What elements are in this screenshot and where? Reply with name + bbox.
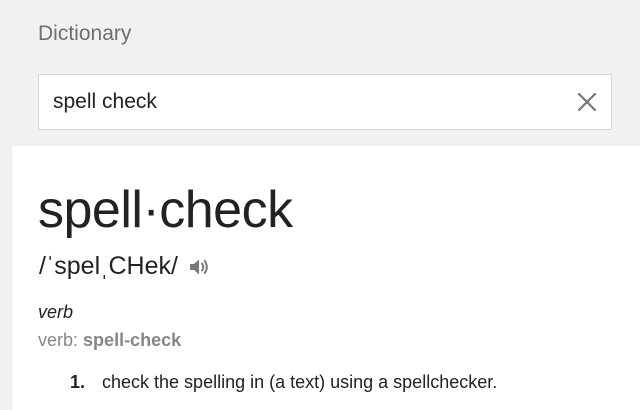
pronunciation-row: /ˈspelˌCHek/ xyxy=(39,252,210,281)
search-box[interactable] xyxy=(38,74,612,130)
clear-search-button[interactable] xyxy=(575,90,599,114)
sense-number: 1. xyxy=(70,372,86,392)
word-forms-label: verb: xyxy=(38,330,79,350)
word-forms: verb: spell-check xyxy=(38,330,181,351)
audio-pronunciation-button[interactable] xyxy=(188,256,210,278)
word-forms-value: spell-check xyxy=(83,330,182,350)
widget-title: Dictionary xyxy=(38,22,132,45)
headword: spell·check xyxy=(38,181,293,239)
part-of-speech: verb xyxy=(38,302,74,322)
sense-item: 1. check the spelling in (a text) using … xyxy=(70,372,497,393)
dictionary-header: Dictionary xyxy=(0,0,640,146)
phonetic-spelling: /ˈspelˌCHek/ xyxy=(39,252,178,280)
definition-card: spell·check /ˈspelˌCHek/ verb verb: spel… xyxy=(12,146,640,410)
speaker-icon xyxy=(189,259,208,274)
close-icon xyxy=(577,92,597,112)
search-input[interactable] xyxy=(53,75,553,129)
sense-definition: check the spelling in (a text) using a s… xyxy=(102,372,498,392)
